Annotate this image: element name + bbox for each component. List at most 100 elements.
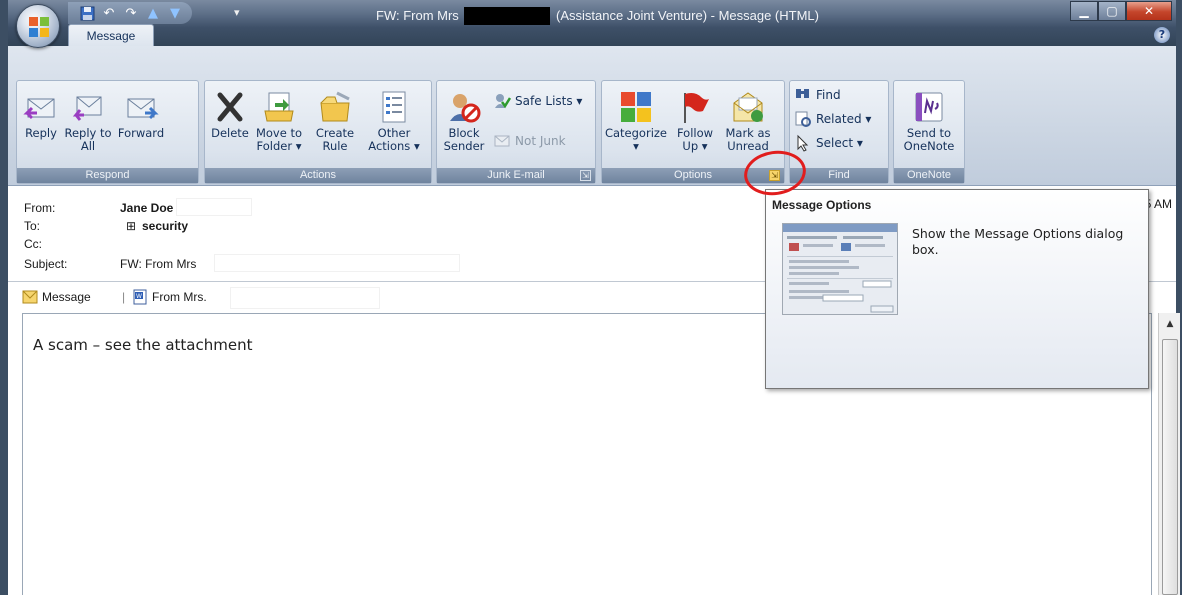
title-prefix: FW: From Mrs xyxy=(376,8,459,23)
tooltip-title: Message Options xyxy=(772,198,872,212)
expand-group-icon[interactable]: ⊞ xyxy=(126,219,136,233)
to-value[interactable]: security xyxy=(142,219,188,233)
close-button[interactable]: ✕ xyxy=(1126,1,1172,21)
window-controls: ▁ ▢ ✕ xyxy=(1070,1,1172,21)
customize-toolbar-icon[interactable]: ▾ xyxy=(234,6,240,19)
mark-as-unread-icon xyxy=(733,92,763,122)
related-icon xyxy=(795,111,811,127)
message-body-text: A scam – see the attachment xyxy=(33,336,253,354)
safe-lists-icon xyxy=(495,94,511,109)
other-actions-icon xyxy=(382,91,406,123)
send-to-onenote-label: Send to OneNote xyxy=(903,126,955,153)
svg-text:W: W xyxy=(136,293,142,300)
follow-up-icon xyxy=(684,93,709,123)
move-to-folder-label: Move to Folder ▾ xyxy=(255,126,303,153)
attachment-separator: | xyxy=(122,290,126,304)
scroll-up-icon[interactable]: ▲ xyxy=(1162,319,1178,333)
redo-icon[interactable]: ↷ xyxy=(122,4,140,22)
follow-up-label: Follow Up ▾ xyxy=(676,126,714,153)
select-label: Select ▾ xyxy=(816,136,863,150)
delete-button[interactable]: Delete xyxy=(207,83,253,169)
create-rule-button[interactable]: Create Rule xyxy=(309,83,361,169)
message-options-tooltip: Message Options Show the Message Options… xyxy=(765,189,1149,389)
up-arrow-icon[interactable]: ▲ xyxy=(144,4,162,22)
subject-label: Subject: xyxy=(24,257,68,271)
create-rule-icon xyxy=(320,91,350,122)
quick-access-toolbar: ↶ ↷ ▲ ▼ xyxy=(68,2,192,24)
forward-label: Forward xyxy=(117,126,165,140)
categorize-label: Categorize ▾ xyxy=(604,126,668,153)
find-label: Find xyxy=(816,88,841,102)
scroll-thumb[interactable] xyxy=(1162,339,1178,595)
word-document-icon: W xyxy=(133,289,147,305)
move-to-folder-button[interactable]: Move to Folder ▾ xyxy=(251,83,307,169)
title-bar: ↶ ↷ ▲ ▼ ▾ FW: From Mrs (Assistance Joint… xyxy=(8,0,1176,46)
group-actions-label: Actions xyxy=(205,168,431,183)
select-icon xyxy=(797,134,809,152)
office-button-icon xyxy=(29,17,49,37)
forward-icon xyxy=(127,98,159,120)
safe-lists-label: Safe Lists ▾ xyxy=(515,94,583,108)
mark-as-unread-label: Mark as Unread xyxy=(725,126,771,153)
redaction-mask xyxy=(176,198,252,216)
onenote-icon xyxy=(915,92,943,122)
categorize-button[interactable]: Categorize ▾ xyxy=(604,83,668,169)
tab-message[interactable]: Message xyxy=(68,24,154,47)
to-label: To: xyxy=(24,219,41,233)
maximize-button[interactable]: ▢ xyxy=(1098,1,1126,21)
group-actions: Delete Move to Folder ▾ Create Rule Othe… xyxy=(204,80,432,184)
related-button[interactable]: Related ▾ xyxy=(794,109,871,129)
group-onenote-label: OneNote xyxy=(894,168,964,183)
from-label: From: xyxy=(24,201,56,215)
other-actions-button[interactable]: Other Actions ▾ xyxy=(363,83,425,169)
envelope-icon xyxy=(22,290,38,304)
office-button[interactable] xyxy=(16,4,60,48)
message-options-dialog-preview xyxy=(782,223,898,315)
reply-button[interactable]: Reply xyxy=(19,83,63,169)
reply-label: Reply xyxy=(25,126,57,140)
group-junk-email: Block Sender Safe Lists ▾ Not Junk Junk … xyxy=(436,80,596,184)
group-junk-email-label: Junk E-mail xyxy=(437,168,595,183)
reply-all-label: Reply to All xyxy=(64,126,112,153)
send-to-onenote-button[interactable]: Send to OneNote xyxy=(898,83,960,169)
not-junk-icon xyxy=(494,135,510,147)
from-value[interactable]: Jane Doe xyxy=(120,201,173,215)
block-sender-icon xyxy=(450,94,481,123)
vertical-scrollbar[interactable]: ▲ xyxy=(1158,313,1180,595)
title-suffix: (Assistance Joint Venture) - Message (HT… xyxy=(556,8,819,23)
attachment-message[interactable]: Message xyxy=(22,287,91,307)
down-arrow-icon[interactable]: ▼ xyxy=(166,4,184,22)
block-sender-button[interactable]: Block Sender xyxy=(439,83,489,169)
ribbon: Reply Reply to All Forward Respond Delet… xyxy=(8,46,1176,186)
undo-icon[interactable]: ↶ xyxy=(100,4,118,22)
find-icon xyxy=(796,89,809,98)
redaction-mask xyxy=(230,287,380,309)
group-onenote: Send to OneNote OneNote xyxy=(893,80,965,184)
move-to-folder-icon xyxy=(264,92,294,122)
categorize-icon xyxy=(621,92,651,122)
forward-button[interactable]: Forward xyxy=(113,83,169,169)
attachment-message-label: Message xyxy=(42,290,91,304)
not-junk-label: Not Junk xyxy=(515,134,566,148)
not-junk-button[interactable]: Not Junk xyxy=(493,131,566,151)
message-window: ↶ ↷ ▲ ▼ ▾ FW: From Mrs (Assistance Joint… xyxy=(0,0,1182,595)
group-respond-label: Respond xyxy=(17,168,198,183)
attachment-file[interactable]: W From Mrs. xyxy=(132,287,207,307)
junk-email-launcher-icon[interactable]: ⇲ xyxy=(580,170,591,181)
tooltip-description: Show the Message Options dialog box. xyxy=(912,226,1124,257)
find-button[interactable]: Find xyxy=(794,85,841,105)
subject-value: FW: From Mrs xyxy=(120,257,197,271)
save-icon[interactable] xyxy=(78,4,96,22)
reply-all-button[interactable]: Reply to All xyxy=(63,83,113,169)
safe-lists-button[interactable]: Safe Lists ▾ xyxy=(493,91,582,111)
attachment-file-label: From Mrs. xyxy=(152,290,207,304)
select-button[interactable]: Select ▾ xyxy=(794,133,863,153)
delete-label: Delete xyxy=(211,126,249,140)
help-icon[interactable]: ? xyxy=(1154,27,1170,43)
follow-up-button[interactable]: Follow Up ▾ xyxy=(670,83,720,169)
related-label: Related ▾ xyxy=(816,112,872,126)
minimize-button[interactable]: ▁ xyxy=(1070,1,1098,21)
reply-icon xyxy=(23,98,55,120)
redaction-block xyxy=(464,7,550,25)
other-actions-label: Other Actions ▾ xyxy=(368,126,420,153)
